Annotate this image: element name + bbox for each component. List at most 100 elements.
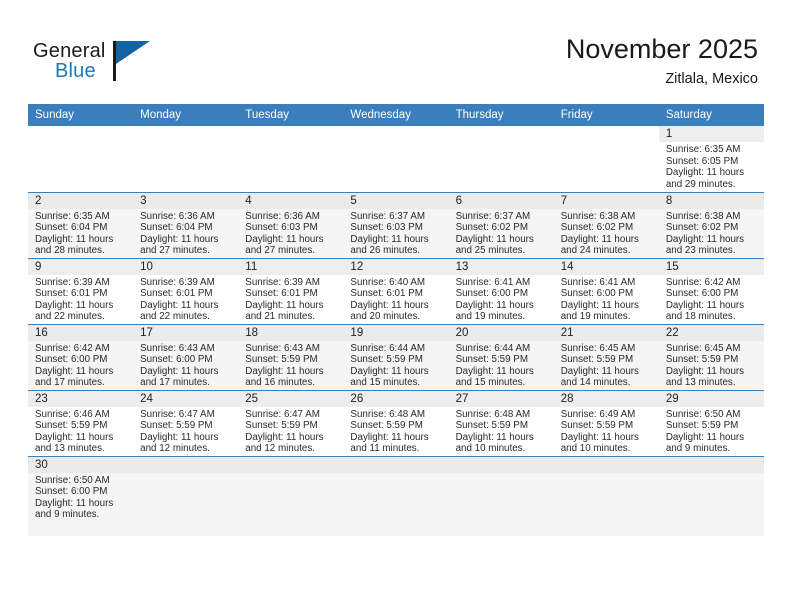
sunset-text: Sunset: 5:59 PM [455,420,528,432]
sunset-text: Sunset: 6:01 PM [245,288,318,300]
daylight-text-line1: Daylight: 11 hours [140,233,219,245]
calendar-day-cell[interactable]: 20 Sunrise: 6:44 AM Sunset: 5:59 PM Dayligh… [448,324,554,391]
sunrise-text: Sunrise: 6:38 AM [665,210,741,222]
day-details: Sunrise: 6:35 AM Sunset: 6:05 PM Daylight:… [659,142,764,190]
day-details: Sunrise: 6:38 AM Sunset: 6:02 PM Daylight:… [554,209,659,257]
daylight-text-line1: Daylight: 11 hours [665,431,745,443]
calendar-day-cell[interactable]: 19 Sunrise: 6:44 AM Sunset: 5:59 PM Dayligh… [343,324,449,391]
day-number [658,456,764,473]
daylight-text-line1: Daylight: 11 hours [665,365,745,377]
day-number: 7 [553,192,659,209]
day-details: Sunrise: 6:37 AM Sunset: 6:03 PM Daylight:… [343,209,448,257]
daylight-text-line2: and 11 minutes. [350,443,420,455]
daylight-text-line1: Daylight: 11 hours [35,299,114,311]
calendar-day-cell[interactable]: 15 Sunrise: 6:42 AM Sunset: 6:00 PM Dayligh… [658,258,764,325]
day-details: Sunrise: 6:40 AM Sunset: 6:01 PM Daylight:… [343,275,448,323]
daylight-text-line2: and 18 minutes. [665,311,736,323]
calendar-day-cell[interactable]: 2 Sunrise: 6:35 AM Sunset: 6:04 PM Daylight… [28,192,134,259]
daylight-text-line2: and 13 minutes. [35,443,105,455]
sunset-text: Sunset: 6:01 PM [350,288,423,300]
general-blue-logo[interactable]: General Blue [33,40,163,88]
calendar-day-cell[interactable]: 3 Sunrise: 6:36 AM Sunset: 6:04 PM Daylight… [133,192,239,259]
calendar-day-cell[interactable]: 11 Sunrise: 6:39 AM Sunset: 6:01 PM Dayligh… [238,258,344,325]
daylight-text-line2: and 9 minutes. [35,509,100,521]
calendar-day-cell[interactable]: 23 Sunrise: 6:46 AM Sunset: 5:59 PM Dayligh… [28,390,134,457]
page-header: General Blue November 2025 Zitlala, Mexi… [0,0,792,104]
calendar-day-cell[interactable]: 28 Sunrise: 6:49 AM Sunset: 5:59 PM Dayligh… [553,390,659,457]
calendar-day-cell[interactable]: 8 Sunrise: 6:38 AM Sunset: 6:02 PM Daylight… [658,192,764,259]
sunrise-text: Sunrise: 6:37 AM [350,210,426,222]
daylight-text-line2: and 19 minutes. [455,311,526,323]
sunset-text: Sunset: 5:59 PM [35,420,108,432]
weekday-header-monday: Monday [133,104,239,126]
sunset-text: Sunset: 5:59 PM [350,354,423,366]
sunset-text: Sunset: 5:59 PM [560,354,634,366]
sunrise-text: Sunrise: 6:45 AM [665,342,741,354]
calendar-day-cell[interactable]: 27 Sunrise: 6:48 AM Sunset: 5:59 PM Dayligh… [448,390,554,457]
calendar-cell-empty [133,456,239,536]
calendar-day-cell[interactable]: 24 Sunrise: 6:47 AM Sunset: 5:59 PM Dayligh… [133,390,239,457]
sunset-text: Sunset: 6:02 PM [560,222,634,234]
calendar-day-cell[interactable]: 29 Sunrise: 6:50 AM Sunset: 5:59 PM Dayligh… [658,390,764,457]
day-details: Sunrise: 6:45 AM Sunset: 5:59 PM Daylight:… [554,341,659,389]
day-number [343,126,448,142]
title-block: November 2025 Zitlala, Mexico [566,33,758,89]
day-number [238,126,343,142]
daylight-text-line1: Daylight: 11 hours [560,233,639,245]
calendar-day-cell[interactable]: 16 Sunrise: 6:42 AM Sunset: 6:00 PM Dayligh… [28,324,134,391]
sunset-text: Sunset: 6:01 PM [35,288,108,300]
daylight-text-line2: and 25 minutes. [455,245,526,257]
sunrise-text: Sunrise: 6:35 AM [35,210,110,222]
sunrise-text: Sunrise: 6:38 AM [560,210,636,222]
sunrise-text: Sunrise: 6:40 AM [350,276,426,288]
sunrise-text: Sunrise: 6:41 AM [455,276,531,288]
calendar-day-cell[interactable]: 17 Sunrise: 6:43 AM Sunset: 6:00 PM Dayligh… [133,324,239,391]
day-number: 23 [28,390,134,407]
calendar-day-cell[interactable]: 14 Sunrise: 6:41 AM Sunset: 6:00 PM Dayligh… [553,258,659,325]
blue-triangle-icon [116,41,150,64]
calendar-cell-empty [448,126,554,193]
day-number [343,456,449,473]
day-number [553,456,659,473]
calendar-day-cell[interactable]: 6 Sunrise: 6:37 AM Sunset: 6:02 PM Daylight… [448,192,554,259]
daylight-text-line2: and 17 minutes. [140,377,210,389]
calendar-day-cell[interactable]: 22 Sunrise: 6:45 AM Sunset: 5:59 PM Dayligh… [658,324,764,391]
sunrise-text: Sunrise: 6:49 AM [560,408,636,420]
calendar-day-cell[interactable]: 7 Sunrise: 6:38 AM Sunset: 6:02 PM Daylight… [553,192,659,259]
calendar-day-cell[interactable]: 21 Sunrise: 6:45 AM Sunset: 5:59 PM Dayligh… [553,324,659,391]
calendar-day-cell[interactable]: 12 Sunrise: 6:40 AM Sunset: 6:01 PM Dayligh… [343,258,449,325]
calendar-day-cell[interactable]: 13 Sunrise: 6:41 AM Sunset: 6:00 PM Dayligh… [448,258,554,325]
sunrise-text: Sunrise: 6:44 AM [455,342,531,354]
calendar-day-cell[interactable]: 25 Sunrise: 6:47 AM Sunset: 5:59 PM Dayligh… [238,390,344,457]
calendar-day-cell[interactable]: 4 Sunrise: 6:36 AM Sunset: 6:03 PM Daylight… [238,192,344,259]
day-details: Sunrise: 6:37 AM Sunset: 6:02 PM Daylight:… [449,209,554,257]
daylight-text-line2: and 16 minutes. [245,377,315,389]
day-details: Sunrise: 6:36 AM Sunset: 6:03 PM Daylight:… [238,209,343,257]
sunrise-text: Sunrise: 6:46 AM [35,408,110,420]
day-number: 18 [238,324,344,341]
sunset-text: Sunset: 5:59 PM [245,420,318,432]
daylight-text-line1: Daylight: 11 hours [455,431,534,443]
sunrise-text: Sunrise: 6:43 AM [245,342,320,354]
sunset-text: Sunset: 5:59 PM [350,420,423,432]
sunrise-text: Sunrise: 6:50 AM [35,474,110,486]
calendar-day-cell[interactable]: 10 Sunrise: 6:39 AM Sunset: 6:01 PM Dayligh… [133,258,239,325]
daylight-text-line2: and 27 minutes. [140,245,210,257]
day-details: Sunrise: 6:41 AM Sunset: 6:00 PM Daylight:… [449,275,554,323]
calendar-day-cell[interactable]: 5 Sunrise: 6:37 AM Sunset: 6:03 PM Daylight… [343,192,449,259]
daylight-text-line1: Daylight: 11 hours [245,233,324,245]
calendar-day-cell[interactable]: 26 Sunrise: 6:48 AM Sunset: 5:59 PM Dayligh… [343,390,449,457]
daylight-text-line2: and 10 minutes. [560,443,631,455]
daylight-text-line1: Daylight: 11 hours [560,365,639,377]
calendar-day-cell[interactable]: 30 Sunrise: 6:50 AM Sunset: 6:00 PM Dayligh… [28,456,134,536]
calendar-day-cell[interactable]: 1 Sunrise: 6:35 AM Sunset: 6:05 PM Daylight… [658,126,764,193]
sunset-text: Sunset: 5:59 PM [140,420,213,432]
day-number: 3 [133,192,239,209]
calendar-week-row: 16 Sunrise: 6:42 AM Sunset: 6:00 PM Dayligh… [28,324,764,391]
daylight-text-line1: Daylight: 11 hours [350,299,429,311]
day-number: 19 [343,324,449,341]
day-details: Sunrise: 6:44 AM Sunset: 5:59 PM Daylight:… [449,341,554,389]
daylight-text-line2: and 10 minutes. [455,443,526,455]
calendar-day-cell[interactable]: 18 Sunrise: 6:43 AM Sunset: 5:59 PM Dayligh… [238,324,344,391]
calendar-day-cell[interactable]: 9 Sunrise: 6:39 AM Sunset: 6:01 PM Daylight… [28,258,134,325]
